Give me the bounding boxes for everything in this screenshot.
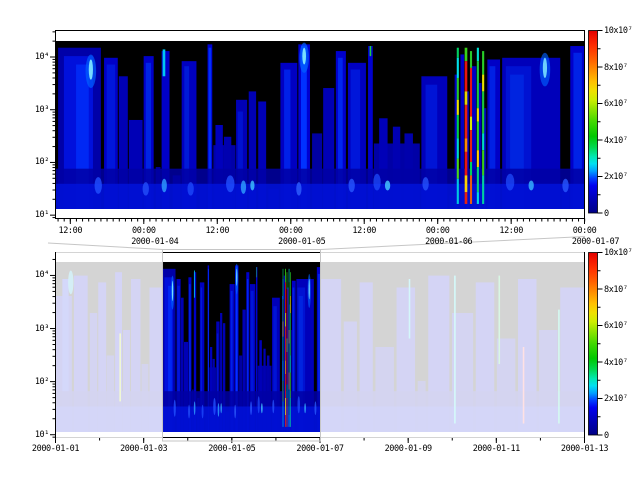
colorbar-tick-label: 8x10⁷	[604, 285, 628, 295]
x-tick-label: 2000-01-03	[120, 444, 167, 454]
x-tick-label: 00:00	[426, 226, 450, 236]
colorbar-tick-label: 4x10⁷	[604, 136, 628, 146]
x-tick-label: 2000-01-01	[32, 444, 79, 454]
x-date-label: 2000-01-05	[278, 237, 325, 247]
y-tick-label: 10³	[35, 105, 49, 115]
dim-overlay-left	[56, 251, 162, 438]
colorbar	[589, 253, 598, 436]
x-tick-label: 12:00	[352, 226, 376, 236]
spectrogram-canvas	[56, 41, 584, 209]
colorbar-tick-label: 10x10⁷	[604, 26, 632, 36]
colorbar-tick-label: 10x10⁷	[604, 248, 632, 258]
x-tick-label: 12:00	[205, 226, 229, 236]
colorbar-tick-label: 6x10⁷	[604, 321, 628, 331]
y-tick-label: 10²	[35, 377, 49, 387]
colorbar	[589, 31, 598, 214]
colorbar-tick-label: 4x10⁷	[604, 358, 628, 368]
x-tick-label: 2000-01-07	[296, 444, 343, 454]
colorbar-tick-label: 8x10⁷	[604, 63, 628, 73]
x-tick-label: 2000-01-05	[208, 444, 255, 454]
y-tick-label: 10⁴	[35, 270, 49, 280]
colorbar-tick-label: 0	[604, 431, 609, 441]
y-tick-label: 10⁴	[35, 52, 49, 62]
y-tick-label: 10²	[35, 157, 49, 167]
y-tick-label: 10³	[35, 324, 49, 334]
x-date-label: 2000-01-04	[131, 237, 178, 247]
colorbar-tick-label: 0	[604, 209, 609, 219]
x-tick-label: 12:00	[499, 226, 523, 236]
x-tick-label: 00:00	[573, 226, 597, 236]
spectrogram-figure: 12:0000:002000-01-0412:0000:002000-01-05…	[0, 0, 640, 480]
x-tick-label: 2000-01-13	[561, 444, 608, 454]
x-tick-label: 2000-01-09	[385, 444, 432, 454]
x-tick-label: 00:00	[279, 226, 303, 236]
x-date-label: 2000-01-06	[425, 237, 472, 247]
colorbar-tick-label: 2x10⁷	[604, 172, 628, 182]
x-tick-label: 2000-01-11	[473, 444, 520, 454]
x-date-label: 2000-01-07	[572, 237, 619, 247]
y-tick-label: 10¹	[35, 210, 49, 220]
y-tick-label: 10¹	[35, 430, 49, 440]
x-tick-label: 12:00	[59, 226, 83, 236]
colorbar-tick-label: 6x10⁷	[604, 99, 628, 109]
colorbar-tick-label: 2x10⁷	[604, 394, 628, 404]
dim-overlay-right	[321, 251, 584, 438]
zoom-spectrogram	[56, 41, 584, 209]
x-tick-label: 00:00	[132, 226, 156, 236]
